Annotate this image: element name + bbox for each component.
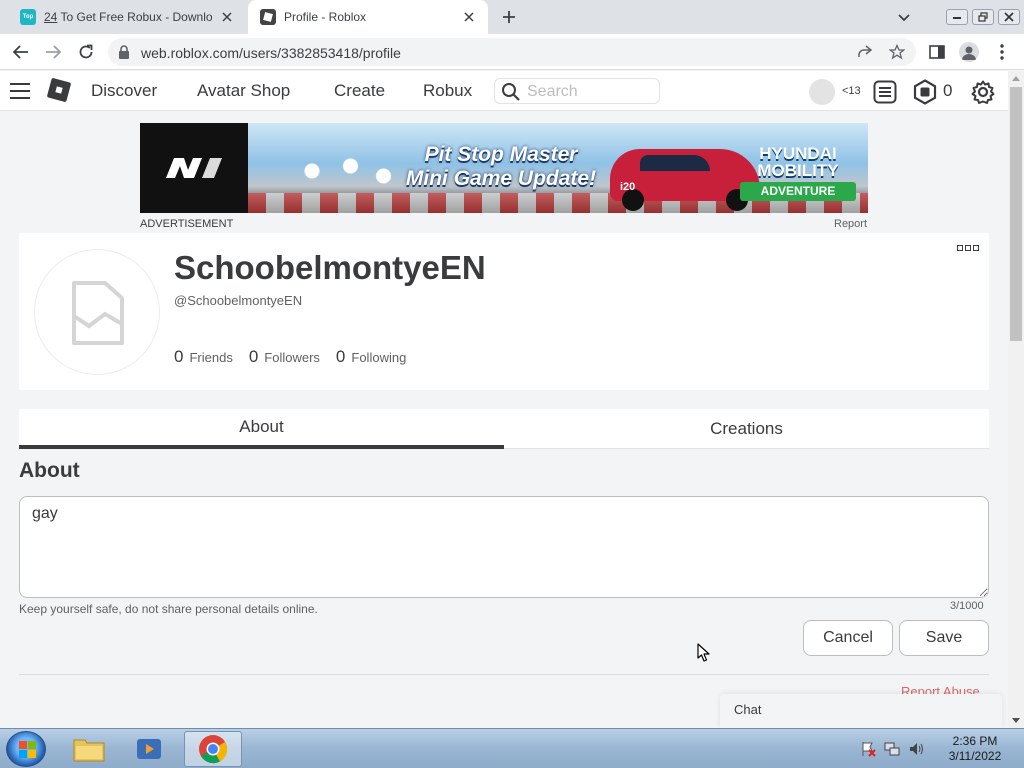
search-icon[interactable] bbox=[501, 82, 521, 107]
hamburger-menu-icon[interactable] bbox=[10, 83, 30, 99]
forward-arrow-icon[interactable] bbox=[42, 42, 64, 62]
mouse-cursor-icon bbox=[697, 643, 711, 668]
more-options-icon[interactable] bbox=[957, 245, 981, 251]
roblox-navbar: Discover Avatar Shop Create Robux <13 0 bbox=[0, 71, 1008, 111]
character-counter: 3/1000 bbox=[950, 600, 984, 612]
new-tab-plus-icon[interactable] bbox=[498, 7, 520, 27]
file-explorer-icon[interactable] bbox=[60, 731, 118, 767]
close-window-icon[interactable] bbox=[998, 9, 1020, 25]
close-tab-icon[interactable] bbox=[218, 8, 236, 26]
top-favicon-icon: Top bbox=[20, 9, 36, 25]
back-arrow-icon[interactable] bbox=[10, 42, 32, 62]
tab-creations[interactable]: Creations bbox=[504, 409, 989, 449]
system-tray bbox=[860, 729, 932, 768]
tab-title: Profile - Roblox bbox=[284, 10, 367, 24]
share-icon[interactable] bbox=[856, 44, 874, 60]
profile-header-card: SchoobelmontyeEN @SchoobelmontyeEN 0 Frie… bbox=[19, 233, 989, 390]
car-number: i20 bbox=[620, 181, 636, 193]
browser-tab-strip: Top 24 To Get Free Robux - Download Prof… bbox=[0, 0, 1024, 34]
scrollbar-thumb[interactable] bbox=[1010, 87, 1022, 341]
settings-gear-icon[interactable] bbox=[970, 79, 996, 105]
following-stat[interactable]: 0 Following bbox=[336, 347, 406, 367]
browser-tab-active[interactable]: Profile - Roblox bbox=[248, 0, 488, 34]
profile-stats: 0 Friends 0 Followers 0 Following bbox=[174, 347, 422, 367]
url-text[interactable]: web.roblox.com/users/3382853418/profile bbox=[141, 45, 401, 61]
robux-icon[interactable] bbox=[912, 79, 938, 105]
profile-avatar[interactable] bbox=[34, 249, 160, 375]
hyundai-mobility-adventure-logo: HYUNDAI MOBILITY ADVENTURE bbox=[740, 145, 856, 201]
profile-icon[interactable] bbox=[959, 42, 979, 62]
tab-title: 24 To Get Free Robux - Download bbox=[44, 10, 212, 24]
restore-icon[interactable] bbox=[972, 9, 994, 25]
robux-balance[interactable]: 0 bbox=[943, 81, 952, 101]
taskbar-clock[interactable]: 2:36 PM 3/11/2022 bbox=[940, 734, 1010, 764]
hyundai-n-logo bbox=[140, 123, 248, 213]
close-tab-icon[interactable] bbox=[460, 8, 478, 26]
cancel-button[interactable]: Cancel bbox=[803, 620, 893, 656]
windows-taskbar: 2:36 PM 3/11/2022 bbox=[0, 728, 1024, 768]
search-box bbox=[494, 78, 660, 104]
about-textarea[interactable]: gay bbox=[19, 496, 989, 598]
safety-hint: Keep yourself safe, do not share persona… bbox=[19, 602, 318, 616]
chrome-icon[interactable] bbox=[184, 731, 242, 767]
age-bracket-label: <13 bbox=[842, 85, 861, 97]
window-controls bbox=[946, 0, 1024, 34]
profile-display-name: SchoobelmontyeEN bbox=[174, 249, 486, 286]
advertisement-banner[interactable]: Pit Stop Master Mini Game Update! HYUNDA… bbox=[140, 123, 868, 213]
side-panel-icon[interactable] bbox=[927, 42, 947, 62]
chat-label: Chat bbox=[734, 702, 762, 717]
advertisement-label: ADVERTISEMENT bbox=[140, 218, 234, 230]
tab-about[interactable]: About bbox=[19, 409, 504, 449]
lock-icon[interactable] bbox=[118, 45, 130, 64]
roblox-logo-icon[interactable] bbox=[46, 77, 72, 103]
scroll-down-arrow-icon[interactable] bbox=[1012, 718, 1020, 723]
page-scrollbar[interactable] bbox=[1008, 71, 1024, 728]
address-bar[interactable]: web.roblox.com/users/3382853418/profile bbox=[108, 38, 916, 66]
profile-tabs: About Creations bbox=[19, 409, 989, 449]
profile-username: @SchoobelmontyeEN bbox=[174, 293, 303, 308]
browser-menu-icon[interactable] bbox=[992, 42, 1012, 62]
chat-bar[interactable]: Chat bbox=[720, 694, 1002, 728]
friends-stat[interactable]: 0 Friends bbox=[174, 347, 233, 367]
nav-avatar-shop[interactable]: Avatar Shop bbox=[197, 81, 290, 101]
media-player-icon[interactable] bbox=[120, 731, 178, 767]
bookmark-star-icon[interactable] bbox=[888, 44, 906, 60]
search-input[interactable] bbox=[527, 82, 647, 101]
nav-create[interactable]: Create bbox=[334, 81, 385, 101]
about-heading: About bbox=[19, 459, 80, 482]
ad-headline: Pit Stop Master Mini Game Update! bbox=[405, 143, 597, 190]
scroll-up-arrow-icon[interactable] bbox=[1012, 76, 1020, 81]
tab-search-chevron-icon[interactable] bbox=[896, 9, 912, 25]
section-divider bbox=[19, 674, 989, 675]
nav-discover[interactable]: Discover bbox=[91, 81, 157, 101]
network-icon[interactable] bbox=[884, 741, 900, 757]
action-center-flag-icon[interactable] bbox=[860, 741, 876, 757]
notifications-list-icon[interactable] bbox=[872, 79, 898, 105]
reload-icon[interactable] bbox=[75, 42, 97, 62]
volume-icon[interactable] bbox=[908, 741, 924, 757]
followers-stat[interactable]: 0 Followers bbox=[249, 347, 320, 367]
save-button[interactable]: Save bbox=[899, 620, 989, 656]
report-ad-link[interactable]: Report bbox=[834, 218, 867, 230]
browser-toolbar: web.roblox.com/users/3382853418/profile bbox=[0, 34, 1024, 70]
user-avatar-thumbnail[interactable] bbox=[809, 79, 835, 105]
windows-start-icon[interactable] bbox=[6, 731, 46, 767]
nav-robux[interactable]: Robux bbox=[423, 81, 472, 101]
roblox-favicon-icon bbox=[260, 9, 276, 25]
minimize-icon[interactable] bbox=[946, 9, 968, 25]
browser-tab[interactable]: Top 24 To Get Free Robux - Download bbox=[8, 0, 246, 34]
